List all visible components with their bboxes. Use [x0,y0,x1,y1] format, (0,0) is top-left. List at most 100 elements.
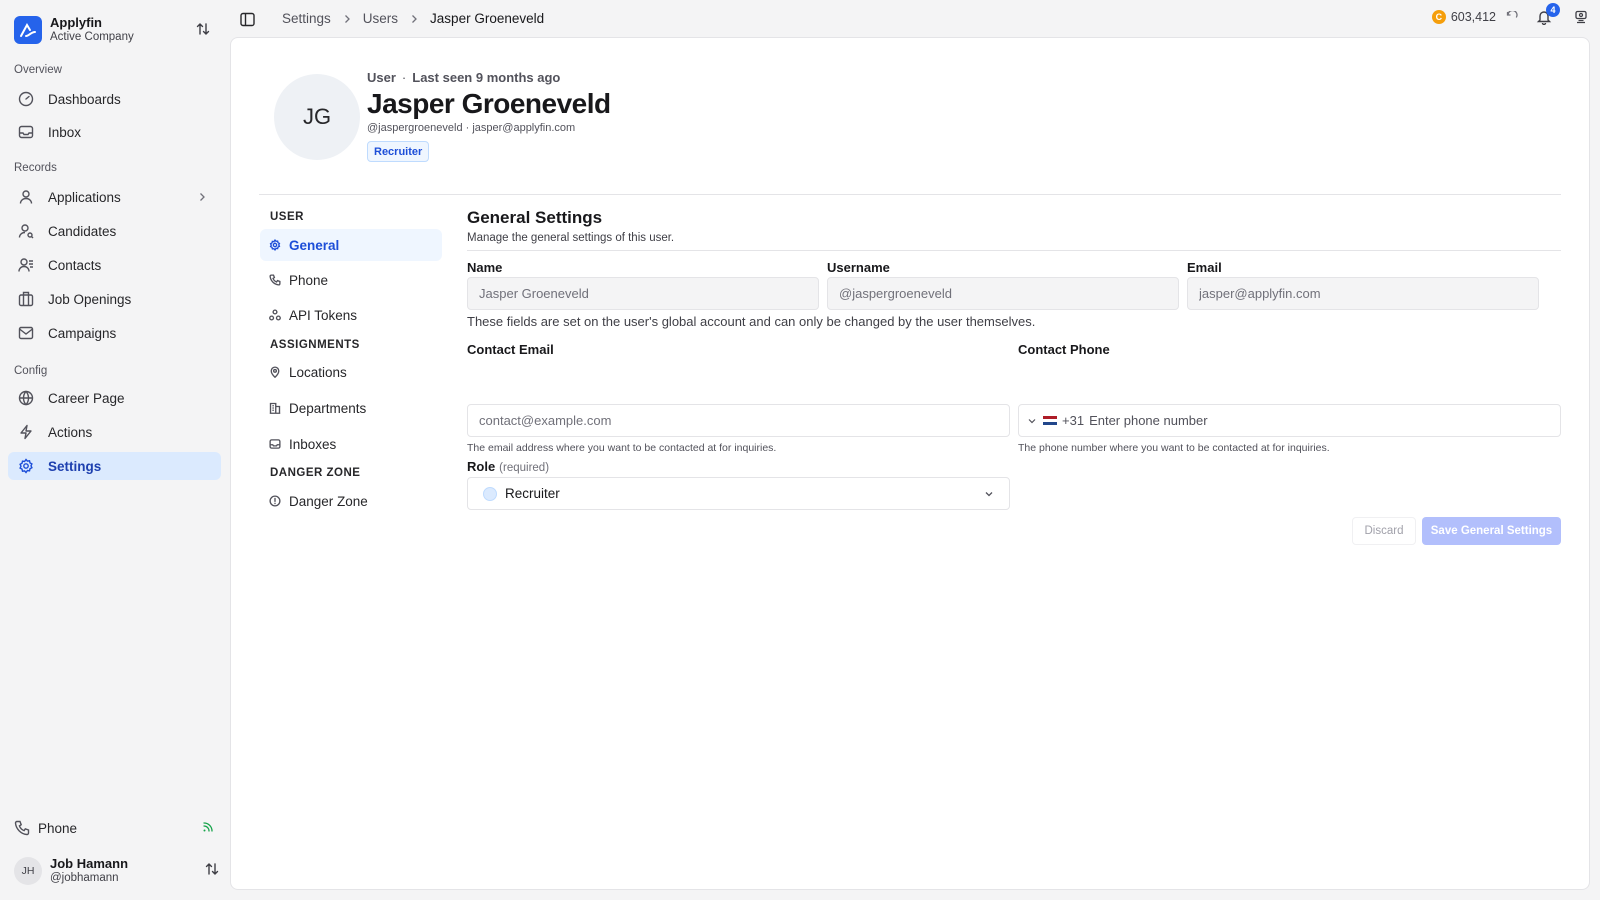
global-account-note: These fields are set on the user's globa… [467,314,1036,329]
user-search-icon [18,223,34,239]
username-field[interactable] [827,277,1179,310]
subnav-item-general[interactable]: General [260,229,442,261]
sidebar-toggle-icon[interactable] [240,12,255,27]
section-label-config: Config [14,365,48,377]
sidebar-phone[interactable]: Phone [14,816,214,840]
sidebar-item-label: Contacts [48,257,102,273]
breadcrumb-users[interactable]: Users [363,11,398,26]
coin-icon: C [1431,10,1446,24]
contact-phone-label: Contact Phone [1018,342,1110,357]
sidebar-item-label: Actions [48,424,93,440]
email-label: Email [1187,260,1222,275]
gauge-icon [18,91,34,107]
subnav-section-user: USER [270,211,304,223]
sidebar-item-label: Settings [48,458,102,474]
sidebar-item-job-openings[interactable]: Job Openings [8,285,221,313]
role-label: Role (required) [467,459,549,474]
current-user-name: Job Hamann [50,856,129,871]
inbox-icon [269,438,281,450]
notification-count-badge: 4 [1546,3,1560,17]
arrows-up-down-icon[interactable] [196,22,210,36]
chevron-right-icon[interactable] [197,191,207,203]
chevron-down-icon[interactable] [1027,416,1037,426]
email-field[interactable] [1187,277,1539,310]
sidebar-item-label: Applications [48,189,121,205]
profile-meta: User · Last seen 9 months ago [367,70,561,85]
notifications-button[interactable]: 4 [1536,3,1560,25]
mail-open-icon [18,325,34,341]
building-icon [18,291,34,307]
chevron-right-icon [343,14,351,24]
header-divider [259,194,1561,195]
subnav-item-api-tokens[interactable]: API Tokens [260,299,442,331]
refresh-icon[interactable] [1506,11,1518,23]
phone-icon [269,274,281,286]
save-general-settings-button[interactable]: Save General Settings [1422,517,1561,545]
subnav-item-locations[interactable]: Locations [260,356,442,388]
sidebar-item-contacts[interactable]: Contacts [8,251,221,279]
sidebar-item-label: Candidates [48,223,117,239]
sidebar-item-campaigns[interactable]: Campaigns [8,319,221,347]
subnav-item-departments[interactable]: Departments [260,392,442,424]
sidebar-item-label: Inbox [48,124,82,140]
page-title: Jasper Groeneveld [367,88,611,119]
contact-email-label: Contact Email [467,342,554,357]
main-content: JG User · Last seen 9 months ago Jasper Gr… [230,37,1590,890]
subnav-item-label: Departments [289,400,367,416]
company-name: Applyfin [50,15,102,30]
contact-phone-input[interactable]: +31 Enter phone number [1018,404,1561,437]
alert-circle-icon [269,495,281,507]
sidebar-item-candidates[interactable]: Candidates [8,217,221,245]
sidebar: Applyfin Active Company Overview Dashboa… [0,0,228,900]
subnav-item-label: Danger Zone [289,493,368,509]
user-icon [18,189,34,205]
company-switcher[interactable]: Applyfin Active Company [14,14,224,46]
sidebar-item-applications[interactable]: Applications [8,183,221,211]
profile-menu-icon[interactable] [1574,10,1588,24]
name-field[interactable] [467,277,819,310]
profile-handle-email: @jaspergroeneveld · jasper@applyfin.com [367,122,576,134]
netherlands-flag-icon [1043,415,1057,426]
subnav-item-label: Phone [289,272,329,288]
subnav-item-phone[interactable]: Phone [260,264,442,296]
name-label: Name [467,260,503,275]
section-description: Manage the general settings of this user… [467,232,675,244]
sidebar-item-label: Campaigns [48,325,117,341]
role-select[interactable]: Recruiter [467,477,1010,510]
subnav-item-inboxes[interactable]: Inboxes [260,428,442,460]
arrows-up-down-icon[interactable] [205,862,219,876]
sidebar-item-career-page[interactable]: Career Page [8,384,221,412]
phone-icon [14,820,30,836]
sidebar-item-dashboards[interactable]: Dashboards [8,85,221,113]
role-select-value: Recruiter [505,486,560,501]
section-label-overview: Overview [14,64,62,76]
breadcrumb: Settings Users Jasper Groeneveld [282,11,544,26]
contact-email-input[interactable] [467,404,1010,437]
webhook-icon [269,309,281,321]
profile-type: User [367,70,396,85]
contact-phone-help: The phone number where you want to be co… [1018,442,1330,454]
sidebar-item-inbox[interactable]: Inbox [8,118,221,146]
role-required: (required) [499,462,550,474]
phone-number-placeholder: Enter phone number [1089,413,1208,428]
profile-last-seen: Last seen 9 months ago [412,70,561,85]
map-pin-icon [269,366,281,378]
inbox-icon [18,124,34,140]
subnav-item-label: API Tokens [289,307,358,323]
status-badge: Recruiter [367,141,430,162]
globe-icon [18,390,34,406]
current-user-switcher[interactable]: JH Job Hamann @jobhamann [14,853,219,889]
sidebar-item-label: Job Openings [48,291,132,307]
subnav-item-label: General [289,237,340,253]
current-user-handle: @jobhamann [50,872,119,884]
gear-icon [18,458,34,474]
sidebar-item-settings[interactable]: Settings [8,452,221,480]
sidebar-item-label: Dashboards [48,91,121,107]
role-indicator-icon [483,486,497,501]
signal-icon [202,821,214,833]
sidebar-item-actions[interactable]: Actions [8,418,221,446]
subnav-item-danger-zone[interactable]: Danger Zone [260,485,442,517]
contacts-icon [18,257,34,273]
breadcrumb-settings[interactable]: Settings [282,11,331,26]
discard-button[interactable]: Discard [1352,517,1416,545]
